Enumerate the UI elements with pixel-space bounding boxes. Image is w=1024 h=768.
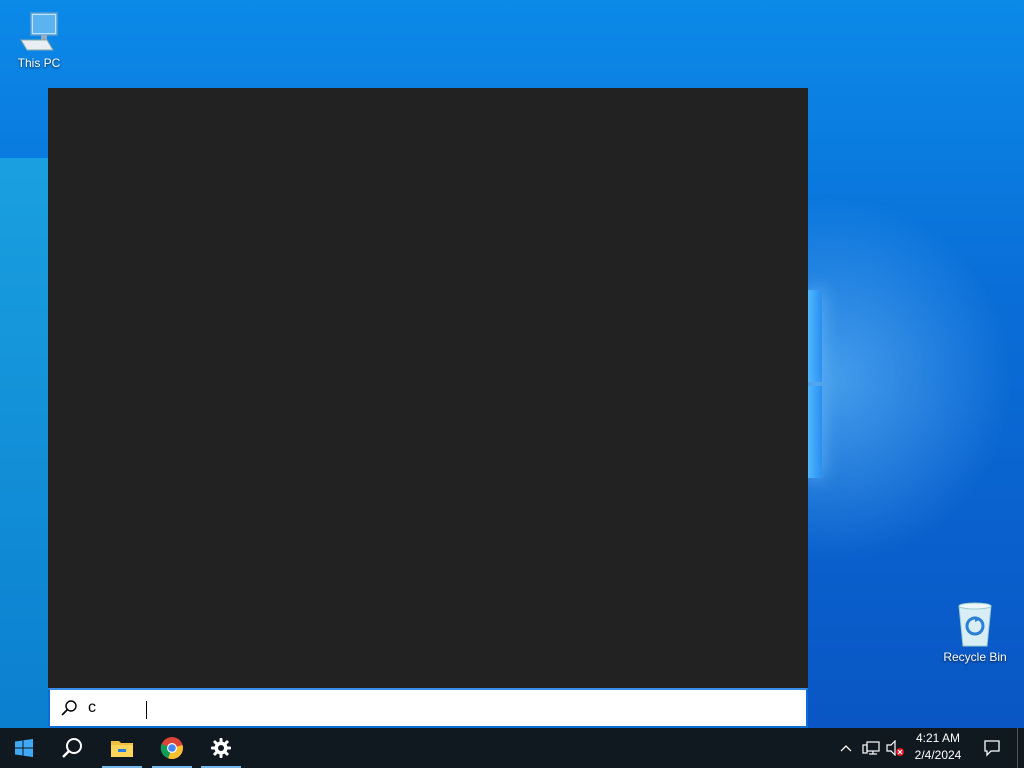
tray-volume-button[interactable] <box>884 728 906 768</box>
wallpaper-logo-pane-bottom <box>808 386 822 478</box>
tray-overflow-button[interactable] <box>836 728 856 768</box>
taskbar-search-button[interactable] <box>48 728 96 768</box>
text-caret <box>146 701 147 719</box>
clock-date: 2/4/2024 <box>914 748 962 762</box>
folder-icon <box>111 741 133 757</box>
chevron-up-icon <box>840 745 852 752</box>
clock-time: 4:21 AM <box>915 731 961 745</box>
windows-logo-icon <box>15 739 33 757</box>
network-icon <box>862 741 880 755</box>
action-center-button[interactable] <box>978 728 1006 768</box>
chrome-icon <box>160 737 183 760</box>
search-box[interactable] <box>48 688 808 728</box>
wallpaper-light-band <box>0 158 48 728</box>
desktop-icon-this-pc[interactable]: This PC <box>4 10 74 70</box>
search-icon <box>62 738 82 758</box>
action-center-icon <box>984 740 1000 757</box>
tray-clock[interactable]: 4:21 AM 2/4/2024 <box>905 730 971 766</box>
taskbar-settings[interactable] <box>197 728 245 768</box>
recycle-bin-label: Recycle Bin <box>943 650 1007 664</box>
search-results-panel <box>48 88 808 688</box>
desktop-icon-recycle-bin[interactable]: Recycle Bin <box>940 602 1010 664</box>
this-pc-label: This PC <box>17 56 61 70</box>
tray-network-button[interactable] <box>860 728 882 768</box>
gear-icon <box>211 738 231 758</box>
taskbar: 4:21 AM 2/4/2024 <box>0 728 1024 768</box>
volume-muted-icon <box>886 740 904 756</box>
wallpaper-logo-pane-top <box>808 290 822 382</box>
taskbar-file-explorer[interactable] <box>98 728 146 768</box>
start-button[interactable] <box>0 728 48 768</box>
recycle-bin-icon <box>958 602 992 647</box>
search-input[interactable] <box>88 696 788 720</box>
search-icon <box>61 700 77 716</box>
show-desktop-button[interactable] <box>1017 728 1024 768</box>
taskbar-chrome[interactable] <box>148 728 196 768</box>
this-pc-icon <box>20 12 58 51</box>
